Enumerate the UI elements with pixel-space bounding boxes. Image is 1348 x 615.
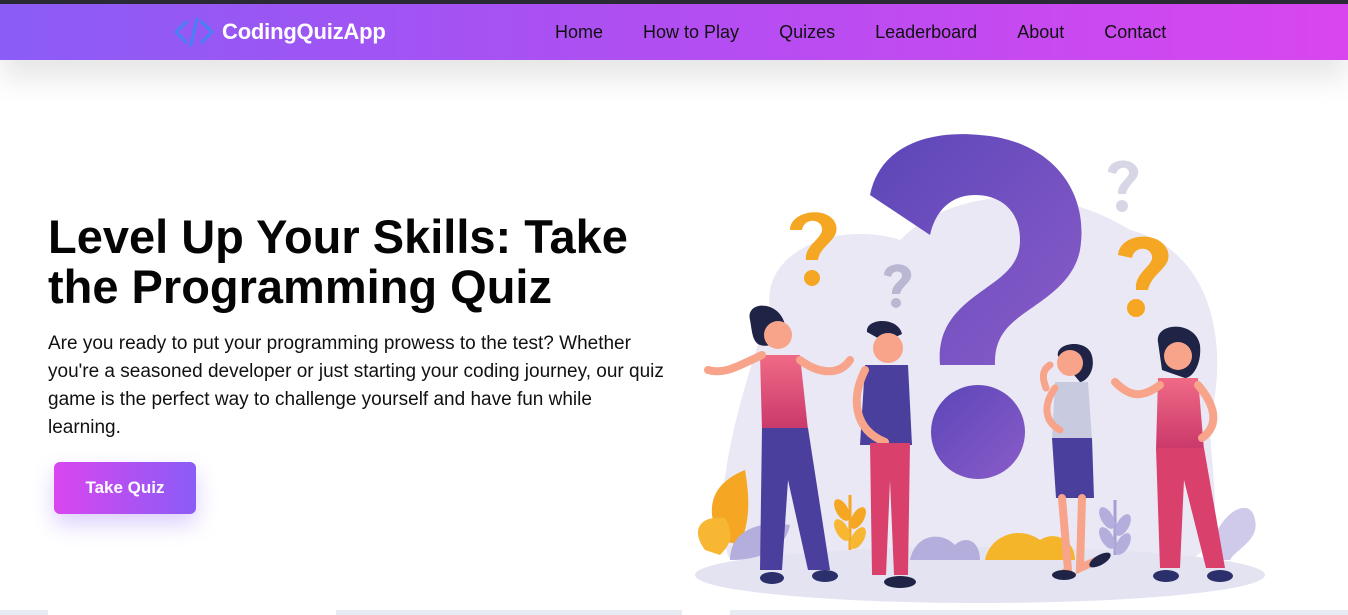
nav-leaderboard[interactable]: Leaderboard [875,20,977,44]
bottom-edge-segment-left [48,610,336,615]
brand-name: CodingQuizApp [222,19,386,44]
question-mark-gray-top-icon [1108,160,1139,212]
bottom-edge [0,610,1348,615]
brand[interactable]: CodingQuizApp [174,16,386,48]
code-brackets-icon [174,17,214,47]
nav-home[interactable]: Home [555,20,603,44]
hero-title: Level Up Your Skills: Take the Programmi… [48,210,628,313]
hero-illustration [695,134,1265,603]
nav-quizes[interactable]: Quizes [779,20,835,44]
bottom-edge-segment-right [682,610,730,615]
nav-how-to-play[interactable]: How to Play [643,20,739,44]
hero-text: Level Up Your Skills: Take the Programmi… [48,212,688,442]
nav-contact[interactable]: Contact [1104,20,1166,44]
nav-links: Home How to Play Quizes Leaderboard Abou… [555,20,1206,44]
hero-description: Are you ready to put your programming pr… [48,333,664,438]
nav-about[interactable]: About [1017,20,1064,44]
navbar: CodingQuizApp Home How to Play Quizes Le… [0,4,1348,60]
take-quiz-button[interactable]: Take Quiz [54,462,196,514]
